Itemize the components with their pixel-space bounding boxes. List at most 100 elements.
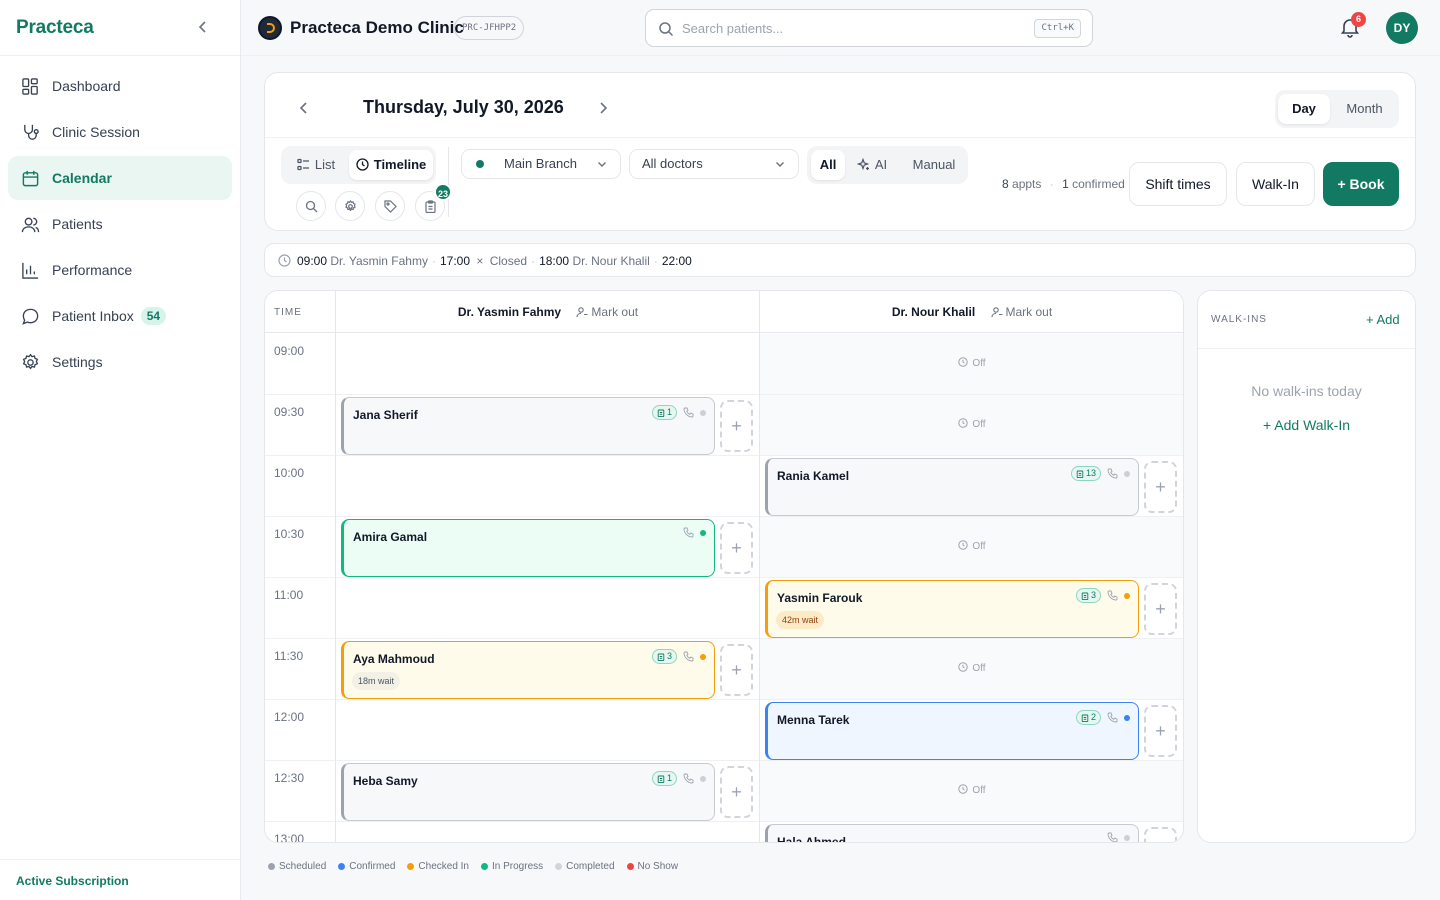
- tag-icon: [384, 200, 397, 213]
- collapse-sidebar-icon[interactable]: [195, 19, 211, 35]
- appointment-card[interactable]: Amira Gamal: [341, 519, 715, 577]
- view-timeline-option[interactable]: Timeline: [349, 150, 433, 180]
- appointment-card[interactable]: Yasmin Farouk 3 42m wait: [765, 580, 1139, 638]
- sidebar-item-clinic-session[interactable]: Clinic Session: [8, 110, 232, 154]
- clock-icon: [958, 418, 969, 428]
- legend-color-dot: [555, 863, 563, 870]
- add-walk-in-button[interactable]: + Add: [1366, 312, 1400, 327]
- next-day-icon[interactable]: [594, 99, 612, 117]
- phone-icon[interactable]: [1107, 590, 1118, 601]
- sidebar-item-calendar[interactable]: Calendar: [8, 156, 232, 200]
- clinic-code-badge[interactable]: PRC-JFHPP2: [454, 16, 525, 40]
- appointment-card[interactable]: Hala Ahmed: [765, 824, 1139, 843]
- patient-search[interactable]: Ctrl+K: [645, 9, 1093, 47]
- calendar-timeline-grid: TIME Dr. Yasmin Fahmy Mark out Dr. Nour …: [264, 290, 1184, 843]
- add-appointment-slot-button[interactable]: +: [1144, 827, 1177, 842]
- appointment-card[interactable]: Jana Sherif 1: [341, 397, 715, 455]
- view-list-option[interactable]: List: [285, 150, 347, 180]
- documents-count-chip[interactable]: 2: [1075, 710, 1101, 725]
- add-appointment-slot-button[interactable]: +: [720, 766, 753, 818]
- shift-times-button[interactable]: Shift times: [1129, 162, 1227, 206]
- doctor-select[interactable]: All doctors: [629, 149, 799, 179]
- tags-button[interactable]: [375, 191, 405, 221]
- walk-ins-panel: WALK-INS + Add No walk-ins today + Add W…: [1197, 290, 1416, 843]
- appointment-card[interactable]: Rania Kamel 13: [765, 458, 1139, 516]
- search-icon: [659, 22, 674, 37]
- inbox-count-badge: 54: [140, 307, 167, 325]
- range-month-option[interactable]: Month: [1333, 94, 1396, 124]
- patient-name: Yasmin Farouk: [777, 591, 863, 605]
- source-ai-option[interactable]: AI: [851, 150, 893, 180]
- gear-icon: [22, 353, 39, 369]
- sidebar-item-label: Calendar: [52, 170, 112, 186]
- search-appointments-button[interactable]: [296, 191, 326, 221]
- documents-count-chip[interactable]: 13: [1070, 466, 1101, 481]
- mark-out-button[interactable]: Mark out: [576, 305, 638, 319]
- off-slot: Off: [760, 517, 1183, 577]
- sidebar-item-settings[interactable]: Settings: [8, 340, 232, 384]
- sidebar-item-label: Settings: [52, 354, 103, 370]
- search-input[interactable]: [682, 18, 1022, 38]
- add-appointment-slot-button[interactable]: +: [720, 400, 753, 452]
- off-slot: Off: [760, 334, 1183, 394]
- phone-icon[interactable]: [683, 651, 694, 662]
- range-day-option[interactable]: Day: [1278, 94, 1330, 124]
- phone-icon[interactable]: [683, 407, 694, 418]
- documents-count-chip[interactable]: 1: [651, 405, 677, 420]
- calendar-settings-button[interactable]: [335, 191, 365, 221]
- phone-icon[interactable]: [1107, 832, 1118, 843]
- walk-in-button[interactable]: Walk-In: [1236, 162, 1315, 206]
- user-minus-icon: [990, 307, 1002, 318]
- sidebar-item-dashboard[interactable]: Dashboard: [8, 64, 232, 108]
- phone-icon[interactable]: [1107, 712, 1118, 723]
- clipboard-icon: [657, 409, 665, 417]
- add-walk-in-link[interactable]: + Add Walk-In: [1198, 417, 1415, 433]
- clipboard-icon: [657, 775, 665, 783]
- patient-name: Hala Ahmed: [777, 835, 846, 843]
- off-slot: Off: [760, 761, 1183, 821]
- book-appointment-button[interactable]: + Book: [1323, 162, 1399, 206]
- clock-icon: [958, 357, 969, 367]
- add-appointment-slot-button[interactable]: +: [720, 522, 753, 574]
- documents-count-chip[interactable]: 1: [651, 771, 677, 786]
- clock-icon: [958, 540, 969, 550]
- legend-item: Scheduled: [268, 861, 326, 872]
- subscription-status[interactable]: Active Subscription: [16, 874, 129, 888]
- legend-label: Confirmed: [349, 861, 396, 872]
- sidebar-item-performance[interactable]: Performance: [8, 248, 232, 292]
- search-shortcut: Ctrl+K: [1034, 19, 1081, 38]
- source-all-option[interactable]: All: [811, 150, 845, 180]
- add-appointment-slot-button[interactable]: +: [1144, 583, 1177, 635]
- add-appointment-slot-button[interactable]: +: [720, 644, 753, 696]
- branch-color-dot: [476, 160, 484, 168]
- documents-count-chip[interactable]: 3: [651, 649, 677, 664]
- sidebar-item-patients[interactable]: Patients: [8, 202, 232, 246]
- phone-icon[interactable]: [683, 527, 694, 538]
- appointment-card[interactable]: Heba Samy 1: [341, 763, 715, 821]
- phone-icon[interactable]: [683, 773, 694, 784]
- appointment-stats: 8 appts · 1 confirmed: [1002, 177, 1125, 191]
- previous-day-icon[interactable]: [295, 99, 313, 117]
- add-appointment-slot-button[interactable]: +: [1144, 461, 1177, 513]
- off-slot: Off: [760, 639, 1183, 699]
- sidebar-item-label: Patients: [52, 216, 103, 232]
- status-dot: [1124, 470, 1130, 477]
- appointment-card[interactable]: Aya Mahmoud 3 18m wait: [341, 641, 715, 699]
- branch-select[interactable]: Main Branch: [461, 149, 621, 179]
- doctor-column-header: Dr. Nour Khalil Mark out: [760, 291, 1183, 333]
- status-dot: [1124, 714, 1130, 721]
- avatar[interactable]: DY: [1386, 12, 1418, 44]
- documents-count-chip[interactable]: 3: [1075, 588, 1101, 603]
- checklist-count-badge: 23: [434, 183, 452, 201]
- brand-logo[interactable]: Practeca: [16, 17, 94, 39]
- phone-icon[interactable]: [1107, 468, 1118, 479]
- clock-icon: [958, 662, 969, 672]
- add-appointment-slot-button[interactable]: +: [1144, 705, 1177, 757]
- sidebar-item-patient-inbox[interactable]: Patient Inbox 54: [8, 294, 232, 338]
- appointment-card[interactable]: Menna Tarek 2: [765, 702, 1139, 760]
- source-manual-option[interactable]: Manual: [905, 150, 963, 180]
- range-toggle: Day Month: [1275, 90, 1399, 128]
- legend-color-dot: [481, 863, 488, 870]
- doctor-column-header: Dr. Yasmin Fahmy Mark out: [336, 291, 760, 333]
- mark-out-button[interactable]: Mark out: [990, 305, 1052, 319]
